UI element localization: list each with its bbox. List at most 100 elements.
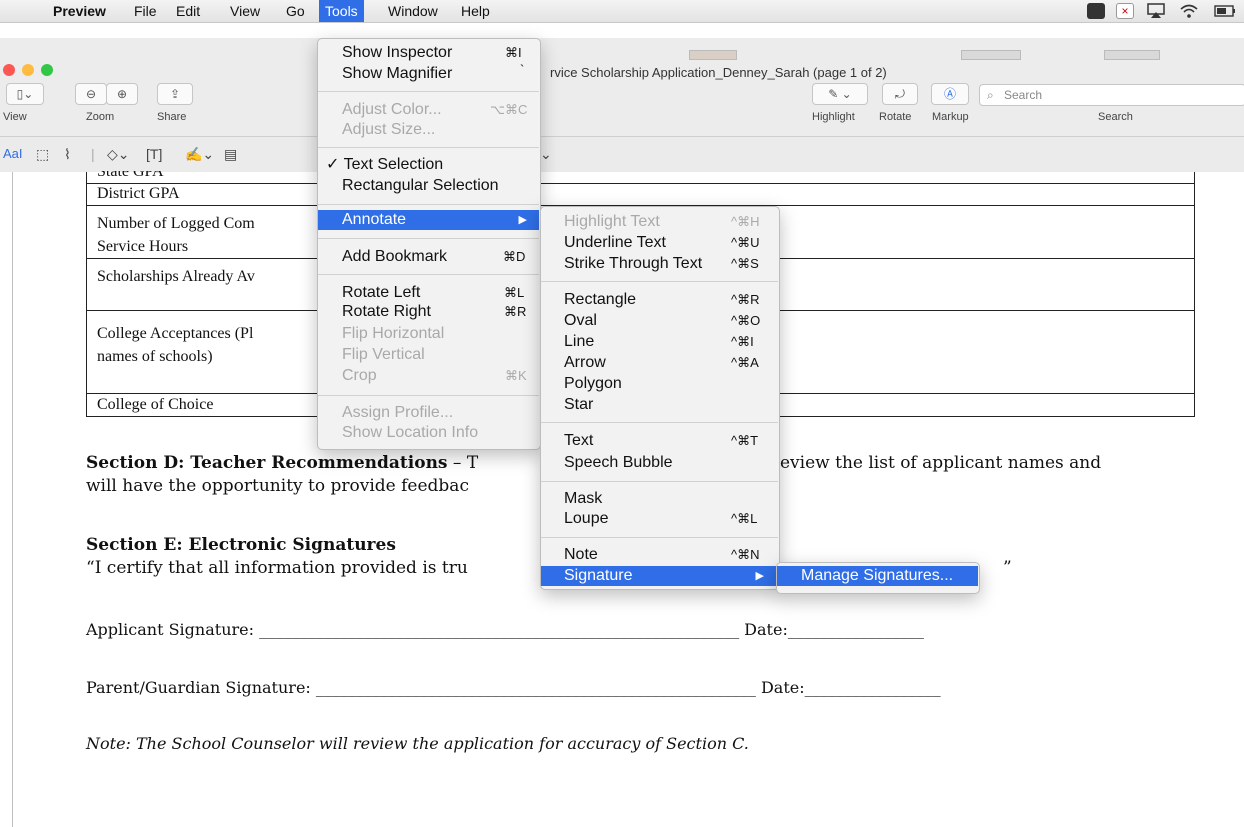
menu-item-mask[interactable]: Mask [564,489,602,509]
shortcut: ^⌘T [731,433,759,448]
menu-item-rectangular-selection[interactable]: Rectangular Selection [342,176,499,196]
menu-item-manage-signatures[interactable]: Manage Signatures... [777,566,978,586]
highlight-button[interactable]: ✎ ⌄ [812,83,868,105]
menu-item-show-location-info[interactable]: Show Location Info [342,423,478,443]
menu-window[interactable]: Window [382,0,444,22]
page-thumbnail [1104,50,1160,60]
section-d-title: Section D: Teacher Recommendations [86,453,448,473]
zoom-in-button[interactable]: ⊕ [106,83,138,105]
minimize-window-button[interactable] [22,64,34,76]
menu-item-highlight-text[interactable]: Highlight Text [564,212,660,232]
manage-signatures-label: Manage Signatures... [801,567,954,584]
menu-item-rotate-left[interactable]: Rotate Left [342,283,420,303]
shortcut: ⌘L [504,285,525,300]
section-e-text: “I certify that all information provided… [86,558,468,578]
parent-signature-line: Parent/Guardian Signature: _____________… [86,678,941,697]
view-button[interactable]: ▯⌄ [6,83,44,105]
view-label: View [3,111,27,123]
share-button[interactable]: ⇪ [157,83,193,105]
apple-menu-icon[interactable] [10,0,22,22]
menu-item-adjust-color[interactable]: Adjust Color... [342,100,442,120]
menu-separator [318,91,539,92]
page-edge [12,172,13,827]
text-box-icon[interactable]: [T] [146,146,162,162]
signature-icon[interactable]: ✍⌄ [185,146,214,163]
markup-button[interactable]: Ⓐ [931,83,969,105]
menu-item-signature[interactable]: Signature ▶ [541,566,778,586]
zoom-in-icon: ⊕ [116,87,128,101]
menu-item-star[interactable]: Star [564,395,593,415]
menu-help[interactable]: Help [455,0,496,22]
menu-item-show-magnifier[interactable]: Show Magnifier [342,64,452,84]
menu-separator [541,422,778,423]
menu-separator [318,395,539,396]
menu-item-show-inspector[interactable]: Show Inspector [342,43,452,63]
style-dropdown-icon[interactable]: ⌄ [540,146,552,163]
shortcut: ^⌘S [731,256,759,271]
menu-item-polygon[interactable]: Polygon [564,374,622,394]
menu-preview[interactable]: Preview [47,0,112,22]
page-thumbnail [689,50,737,60]
window-title: rvice Scholarship Application_Denney_Sar… [550,65,887,80]
text-selection-tool[interactable]: AaI [3,146,23,161]
section-d-dash: – T [447,453,479,473]
menu-item-speech-bubble[interactable]: Speech Bubble [564,453,673,473]
menu-item-rotate-right[interactable]: Rotate Right [342,302,431,322]
highlighter-icon: ✎ ⌄ [828,87,852,101]
section-d-text: eview the list of applicant names and [780,453,1102,473]
submenu-arrow-icon: ▶ [518,214,527,226]
airplay-icon[interactable] [1147,3,1165,19]
search-field[interactable]: ⌕ Search [979,84,1244,106]
menu-item-rectangle[interactable]: Rectangle [564,290,636,310]
menu-item-line[interactable]: Line [564,332,594,352]
menu-item-adjust-size[interactable]: Adjust Size... [342,120,435,140]
menu-item-annotate[interactable]: Annotate ▶ [318,210,539,230]
menu-item-arrow[interactable]: Arrow [564,353,606,373]
battery-icon[interactable] [1214,3,1236,19]
menu-separator [318,204,539,205]
zoom-out-button[interactable]: ⊖ [75,83,107,105]
menu-item-underline-text[interactable]: Underline Text [564,233,666,253]
shapes-icon[interactable]: ◇⌄ [107,146,130,163]
camera-icon[interactable] [1087,3,1105,19]
rotate-label: Rotate [879,111,912,123]
menu-file[interactable]: File [128,0,163,22]
menu-go[interactable]: Go [280,0,311,22]
menu-separator [318,147,539,148]
shortcut: ⌘K [505,368,527,383]
sketch-icon[interactable]: ⌇ [64,146,71,163]
shortcut: ^⌘U [731,235,760,250]
menu-item-text-selection[interactable]: ✓ Text Selection [326,155,443,175]
menu-item-add-bookmark[interactable]: Add Bookmark [342,247,447,267]
page-thumbnail [961,50,1021,60]
zoom-window-button[interactable] [41,64,53,76]
signature-label: Signature [564,567,633,584]
menu-item-strike-through-text[interactable]: Strike Through Text [564,254,702,274]
menu-item-flip-vertical[interactable]: Flip Vertical [342,345,425,365]
rect-selection-icon[interactable]: ⬚ [36,146,49,163]
menu-view[interactable]: View [224,0,266,22]
highlight-label: Highlight [812,111,855,123]
menu-item-flip-horizontal[interactable]: Flip Horizontal [342,324,444,344]
menu-item-oval[interactable]: Oval [564,311,597,331]
close-window-button[interactable] [3,64,15,76]
menu-item-loupe[interactable]: Loupe [564,509,609,529]
menu-item-note[interactable]: Note [564,545,598,565]
note-icon[interactable]: ▤ [224,146,237,163]
menu-separator [541,537,778,538]
menu-separator [318,238,539,239]
menu-edit[interactable]: Edit [170,0,206,22]
rotate-button[interactable]: ⤾ [882,83,918,105]
menu-item-assign-profile[interactable]: Assign Profile... [342,403,453,423]
table-row-label: names of schools) [97,348,213,365]
close-x-icon[interactable]: × [1116,3,1134,19]
menu-separator [541,281,778,282]
rotate-icon: ⤾ [895,87,905,101]
wifi-icon[interactable] [1180,3,1198,19]
shortcut: ⌥⌘C [490,102,528,117]
menu-item-text[interactable]: Text [564,431,593,451]
menu-separator [318,274,539,275]
menu-tools[interactable]: Tools [319,0,364,22]
applicant-signature-line: Applicant Signature: ___________________… [86,620,924,639]
menu-item-crop[interactable]: Crop [342,366,377,386]
